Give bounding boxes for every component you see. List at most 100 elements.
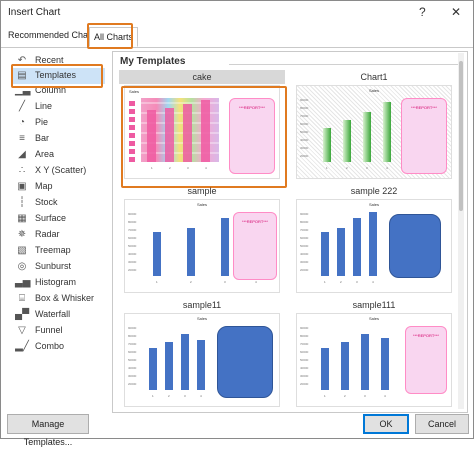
chart-bar <box>153 232 161 276</box>
sidebar-item-sunburst[interactable]: ◎ Sunburst <box>13 259 105 275</box>
sidebar-item-scatter[interactable]: ∴ X Y (Scatter) <box>13 163 105 179</box>
chart-bar <box>321 348 329 390</box>
sidebar-item-label: Treemap <box>35 245 71 255</box>
sidebar-item-line[interactable]: ╱ Line <box>13 99 105 115</box>
sidebar-item-stock[interactable]: ┆ Stock <box>13 195 105 211</box>
sidebar-item-label: Combo <box>35 341 65 351</box>
template-thumbnail: Sales 90000 80000 70000 60000 50000 40000 3000… <box>297 314 451 406</box>
tab-recommended-charts[interactable]: Recommended Charts <box>8 30 98 40</box>
chart-bar <box>181 334 189 390</box>
chart-bar <box>187 228 195 276</box>
chart-bar <box>197 340 205 390</box>
template-tile-chart1[interactable]: Chart1 Sales 90000 80000 70000 60000 50000 40… <box>291 70 457 182</box>
ok-button[interactable]: OK <box>363 414 409 434</box>
x-tick: 2 <box>346 166 348 170</box>
dialog-title: Insert Chart <box>8 7 61 18</box>
template-name: sample11 <box>182 300 222 310</box>
sidebar-item-histogram[interactable]: ▃▅ Histogram <box>13 275 105 291</box>
template-name: Chart1 <box>360 72 388 82</box>
manage-templates-button[interactable]: Manage Templates... <box>7 414 89 447</box>
y-axis-ticks: 90000 80000 70000 60000 50000 40000 30000 20000 <box>128 212 137 272</box>
x-tick: 4 <box>200 394 202 398</box>
templates-highlight <box>11 64 103 88</box>
area-chart-icon: ◢ <box>18 149 26 160</box>
thumbnail-title: Sales <box>196 202 207 207</box>
sidebar-item-waterfall[interactable]: ▄▀ Waterfall <box>13 307 105 323</box>
x-tick: 4 <box>386 166 388 170</box>
template-tile-sample[interactable]: sample Sales 90000 80000 70000 60000 50000 40… <box>119 184 285 296</box>
x-tick: 1 <box>324 394 326 398</box>
sidebar-item-label: X Y (Scatter) <box>35 165 87 175</box>
template-thumbnail: Sales 90000 80000 70000 60000 50000 40000 3000… <box>125 200 279 292</box>
x-tick: 4 <box>372 280 374 284</box>
sidebar-item-label: Radar <box>35 229 60 239</box>
rounded-rectangle-shape <box>389 214 441 278</box>
stock-chart-icon: ┆ <box>18 197 26 208</box>
rounded-rectangle-shape <box>217 326 273 398</box>
template-tile-sample11[interactable]: sample11 Sales 90000 80000 70000 60000 50000… <box>119 298 285 410</box>
y-axis-ticks: 90000 80000 70000 60000 50000 40000 30000 20000 <box>300 326 309 386</box>
sidebar-item-box-whisker[interactable]: ⌸ Box & Whisker <box>13 291 105 307</box>
chart-bar <box>381 338 389 390</box>
selected-template-highlight <box>121 86 287 188</box>
sidebar-item-label: Stock <box>35 197 58 207</box>
template-thumbnail: Sales 90000 80000 70000 60000 50000 40000 3000… <box>297 86 451 178</box>
section-title: My Templates <box>120 56 186 67</box>
report-box: ***REPORT*** <box>401 98 447 174</box>
pie-chart-icon: ◔ <box>18 117 26 128</box>
thumbnail-title: Sales <box>368 316 379 321</box>
sidebar-item-label: Map <box>35 181 53 191</box>
sunburst-chart-icon: ◎ <box>17 261 27 272</box>
sidebar-item-treemap[interactable]: ▧ Treemap <box>13 243 105 259</box>
x-tick: 3 <box>366 166 368 170</box>
report-label: ***REPORT*** <box>242 219 268 224</box>
template-name: cake <box>119 70 285 84</box>
x-tick: 1 <box>152 394 154 398</box>
sidebar-item-bar[interactable]: ≡ Bar <box>13 131 105 147</box>
x-tick: 2 <box>340 280 342 284</box>
thumbnail-title: Sales <box>196 316 207 321</box>
tab-highlight <box>87 23 133 49</box>
sidebar-item-map[interactable]: ▣ Map <box>13 179 105 195</box>
chart-bar <box>363 112 371 162</box>
cancel-button[interactable]: Cancel <box>415 414 469 434</box>
sidebar-item-label: Funnel <box>35 325 63 335</box>
chart-bar <box>337 228 345 276</box>
tab-strip: Recommended Charts All Charts <box>1 25 473 48</box>
chart-bar <box>221 218 229 276</box>
chart-bar <box>149 348 157 390</box>
close-button[interactable]: ✕ <box>451 5 461 19</box>
sidebar-item-label: Sunburst <box>35 261 72 271</box>
sidebar-item-combo[interactable]: ▂╱ Combo <box>13 339 105 355</box>
chart-bar <box>353 218 361 276</box>
sidebar-item-surface[interactable]: ▦ Surface <box>13 211 105 227</box>
sidebar-item-funnel[interactable]: ▽ Funnel <box>13 323 105 339</box>
sidebar-item-area[interactable]: ◢ Area <box>13 147 105 163</box>
report-box: ***REPORT*** <box>405 326 447 394</box>
sidebar-item-label: Box & Whisker <box>35 293 95 303</box>
line-chart-icon: ╱ <box>18 101 26 112</box>
x-tick: 1 <box>324 280 326 284</box>
template-tile-sample111[interactable]: sample111 Sales 90000 80000 70000 60000 5000… <box>291 298 457 410</box>
template-thumbnail: Sales 90000 80000 70000 60000 50000 40000 3000… <box>125 314 279 406</box>
report-label: ***REPORT*** <box>413 333 439 338</box>
title-bar: Insert Chart ? ✕ <box>1 1 473 25</box>
x-tick: 1 <box>326 166 328 170</box>
sidebar-item-radar[interactable]: ✵ Radar <box>13 227 105 243</box>
x-tick: 2 <box>344 394 346 398</box>
scrollbar-thumb[interactable] <box>459 61 463 211</box>
sidebar-item-pie[interactable]: ◔ Pie <box>13 115 105 131</box>
sidebar-item-label: Pie <box>35 117 49 127</box>
surface-chart-icon: ▦ <box>17 213 27 224</box>
sidebar-item-label: Waterfall <box>35 309 71 319</box>
x-tick: 3 <box>364 394 366 398</box>
y-axis-ticks: 90000 80000 70000 60000 50000 40000 30000 20000 <box>128 326 137 386</box>
chart-bar <box>343 120 351 162</box>
section-divider <box>229 64 461 65</box>
template-tile-sample-222[interactable]: sample 222 Sales 90000 80000 70000 60000 500… <box>291 184 457 296</box>
help-button[interactable]: ? <box>419 5 426 19</box>
sidebar-item-label: Bar <box>35 133 50 143</box>
sidebar-item-label: Histogram <box>35 277 77 287</box>
box-whisker-chart-icon: ⌸ <box>19 293 25 304</box>
template-tile-cake[interactable]: cake Sales 1 2 3 4 ***REPORT*** <box>119 70 287 188</box>
